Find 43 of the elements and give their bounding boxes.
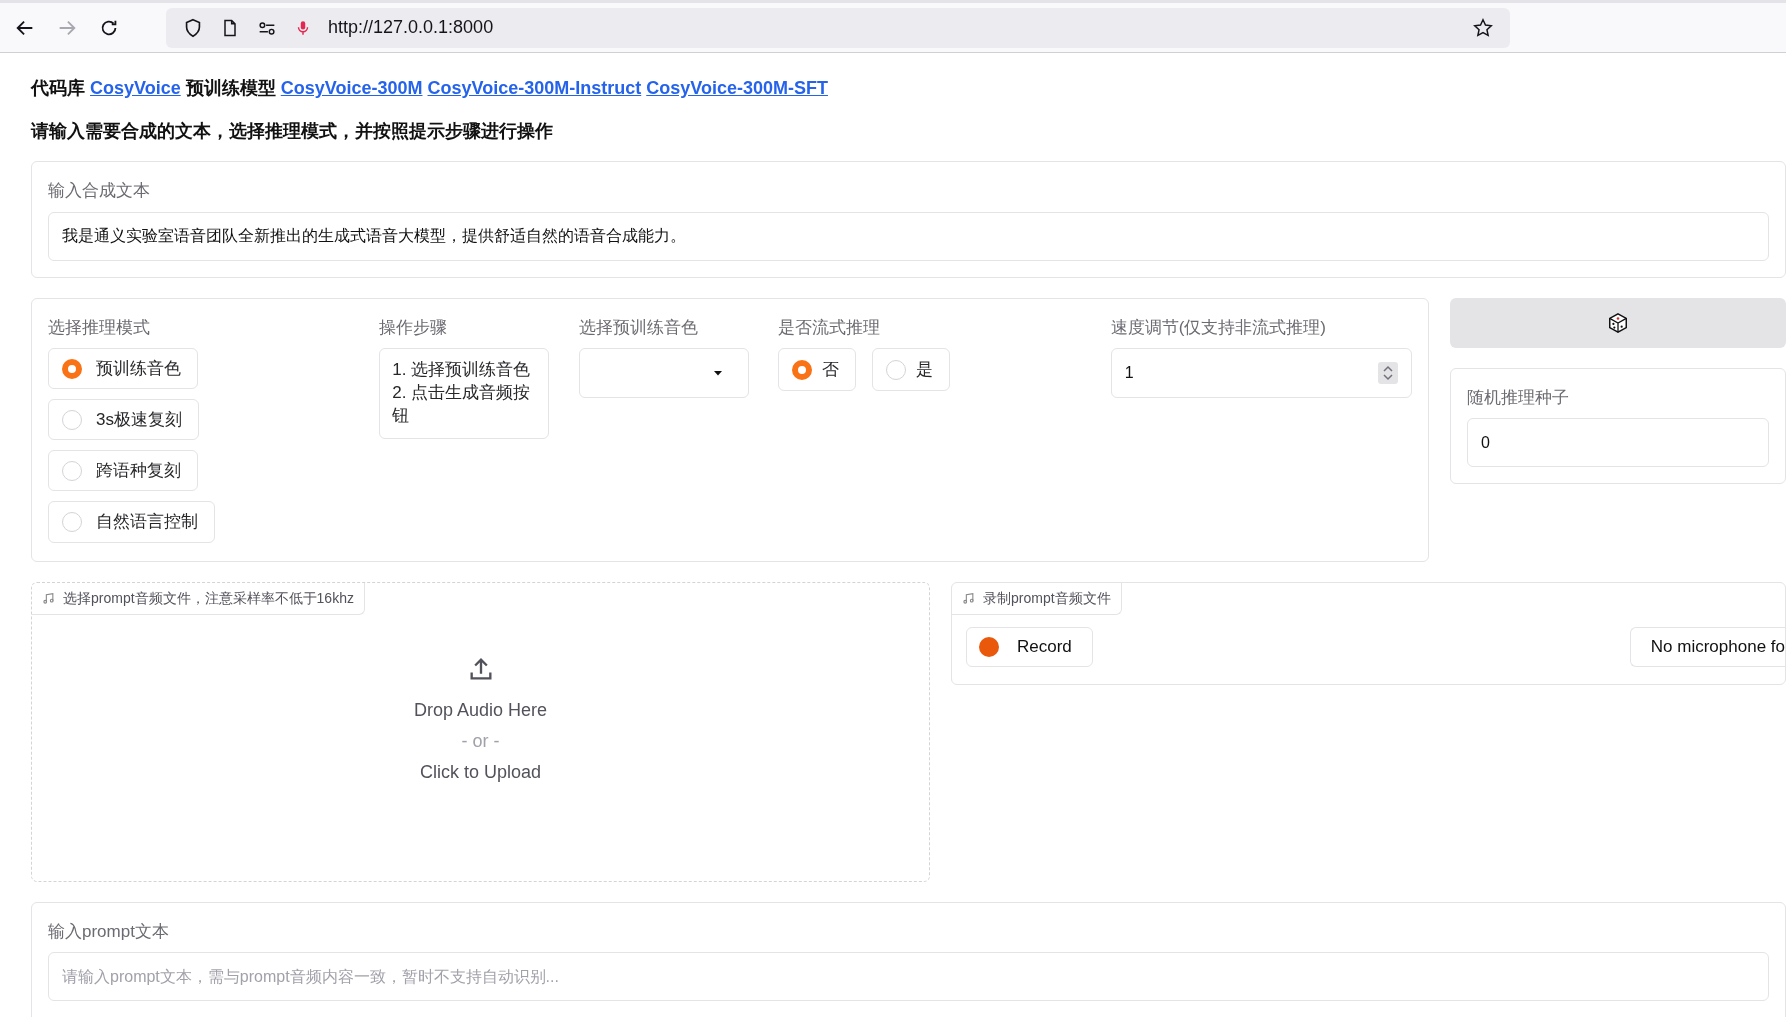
header-link[interactable]: CosyVoice-300M	[280, 78, 423, 98]
radio-button[interactable]	[62, 358, 82, 379]
field-label: 输入prompt文本	[48, 920, 170, 943]
block-label-text: 选择prompt音频文件，注意采样率不低于16khz	[63, 588, 354, 608]
radio-option[interactable]: 自然语言控制	[48, 501, 215, 543]
instruction-text: 请输入需要合成的文本，选择推理模式，并按照提示步骤进行操作	[31, 120, 554, 143]
field-label: 是否流式推理	[778, 316, 882, 339]
text-input-field[interactable]: 我是通义实验室语音团队全新推出的生成式语音大模型，提供舒适自然的语音合成能力。	[48, 211, 1769, 261]
radio-option[interactable]: 是	[872, 348, 951, 391]
radio-option[interactable]: 跨语种复刻	[48, 450, 198, 492]
field-label: 选择推理模式	[48, 316, 151, 339]
spinner-arrows-icon[interactable]	[1378, 362, 1398, 384]
radio-button[interactable]	[792, 359, 813, 380]
random-seed-button[interactable]	[1450, 297, 1786, 348]
star-icon[interactable]	[1472, 16, 1494, 39]
field-label: 操作步骤	[379, 316, 449, 339]
separator-text: - or -	[461, 729, 500, 753]
radio-option[interactable]: 3s极速复刻	[48, 399, 199, 441]
speed-number-field[interactable]: 1	[1110, 348, 1412, 398]
field-label: 选择预训练音色	[578, 316, 699, 339]
header-link[interactable]: CosyVoice	[90, 78, 181, 98]
prompt-text-field[interactable]: 请输入prompt文本，需与prompt音频内容一致，暂时不支持自动识别...	[48, 952, 1769, 1001]
header-link[interactable]: CosyVoice-300M-SFT	[646, 78, 828, 98]
url-text[interactable]: http://127.0.0.1:8000	[328, 14, 494, 41]
radio-option[interactable]: 预训练音色	[48, 348, 198, 390]
drop-audio-text: Drop Audio Here	[413, 698, 548, 722]
field-label: 速度调节(仅支持非流式推理)	[1110, 316, 1327, 339]
block-label-text: 录制prompt音频文件	[983, 588, 1111, 608]
header-text: 代码库 CosyVoice 预训练模型 CosyVoice-300M CosyVoice-300M-Instruct CosyVoice-300M-SFT	[31, 77, 829, 100]
record-dot-icon	[979, 636, 999, 657]
voice-dropdown[interactable]	[578, 348, 749, 398]
seed-input-field[interactable]: 0	[1467, 418, 1769, 467]
header-link[interactable]: CosyVoice-300M-Instruct	[427, 78, 642, 98]
microphone-select-button[interactable]: No microphone fo	[1629, 626, 1785, 667]
music-note-icon	[962, 591, 975, 605]
field-label: 随机推理种子	[1467, 386, 1570, 409]
dice-icon	[1607, 311, 1629, 334]
radio-option[interactable]: 否	[778, 348, 857, 391]
field-label: 输入合成文本	[48, 180, 151, 202]
music-note-icon	[42, 591, 55, 605]
audio-upload-area[interactable]: 选择prompt音频文件，注意采样率不低于16khz Drop Audio Here - or - Click to Upload	[31, 581, 930, 882]
record-button[interactable]: Record	[966, 626, 1093, 667]
click-to-upload-text[interactable]: Click to Upload	[419, 758, 542, 786]
